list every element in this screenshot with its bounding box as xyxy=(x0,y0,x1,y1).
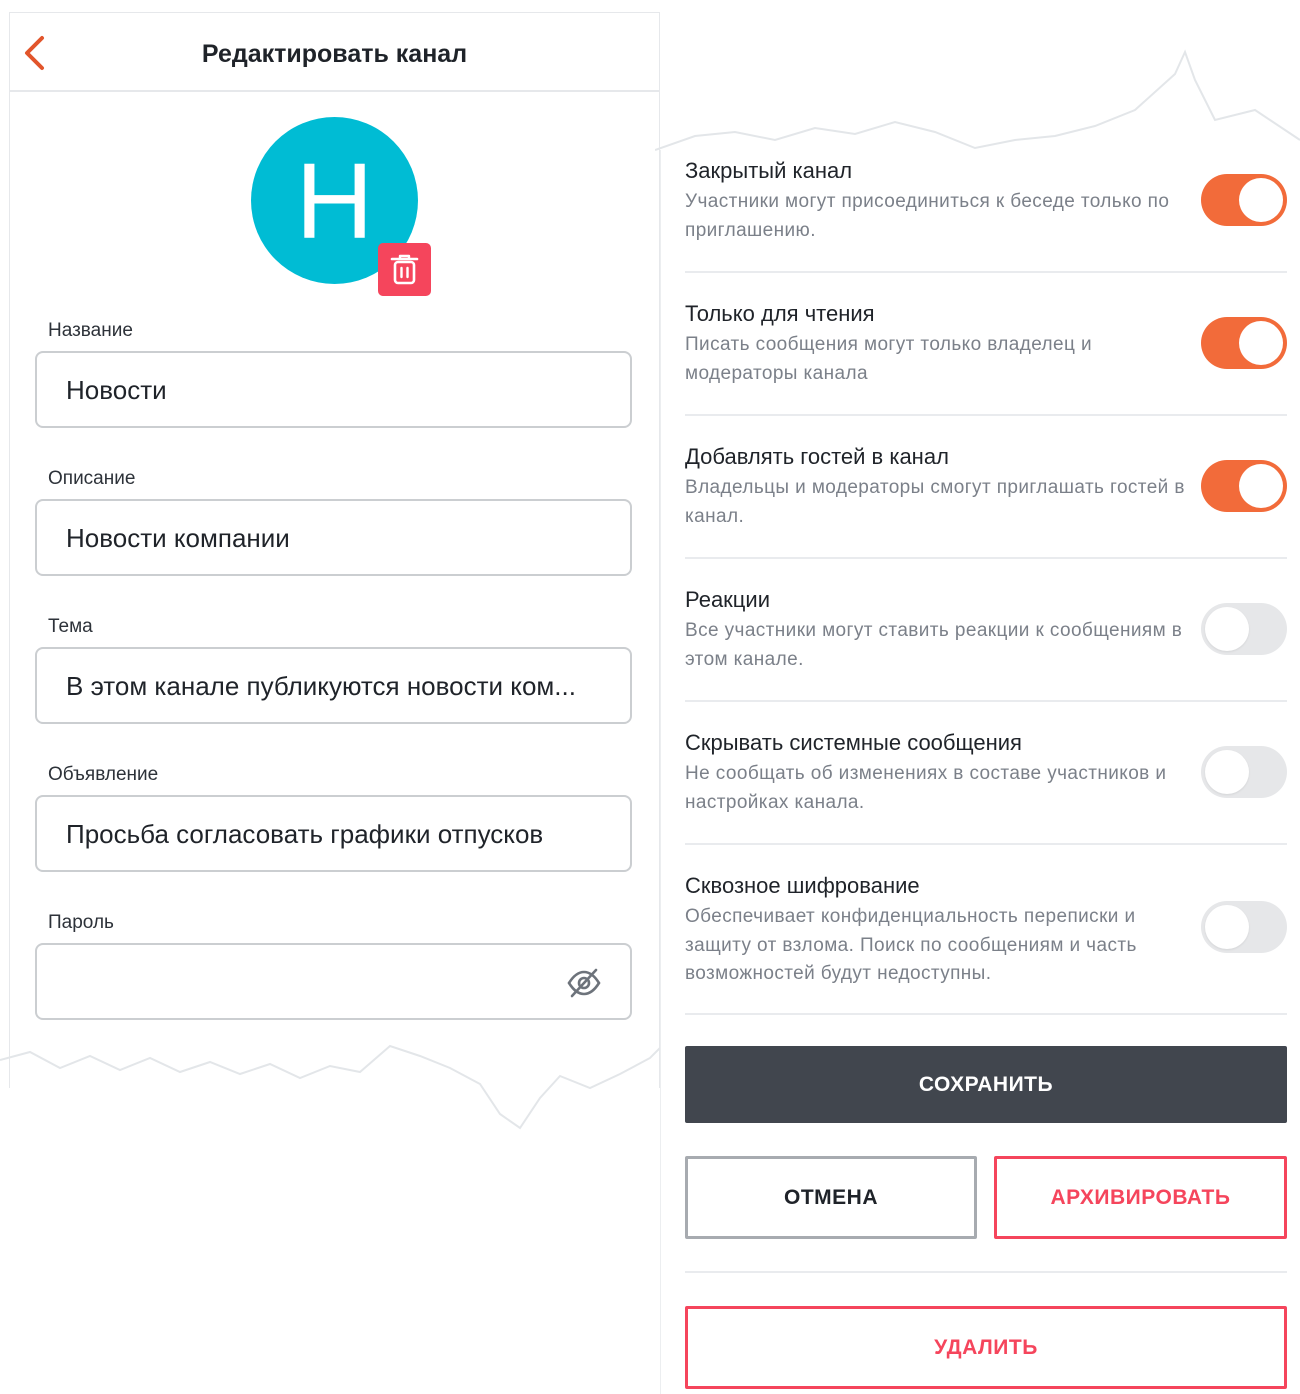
setting-title: Закрытый канал xyxy=(685,158,853,183)
reactions-toggle[interactable] xyxy=(1201,603,1287,655)
announcement-field[interactable]: Просьба согласовать графики отпусков xyxy=(35,795,632,872)
private-channel-toggle[interactable] xyxy=(1201,174,1287,226)
trash-icon xyxy=(390,254,419,285)
name-label: Название xyxy=(48,320,133,341)
setting-description: Писать сообщения могут только владелец и… xyxy=(685,334,1092,384)
header-bar: Редактировать канал xyxy=(10,13,659,92)
setting-e2e-encryption: Сквозное шифрование Обеспечивает конфиде… xyxy=(685,865,1287,1015)
e2e-encryption-toggle[interactable] xyxy=(1201,901,1287,953)
setting-private-channel: Закрытый канал Участники могут присоедин… xyxy=(685,150,1287,273)
toggle-knob xyxy=(1239,321,1283,365)
password-label: Пароль xyxy=(48,912,114,933)
setting-description: Все участники могут ставить реакции к со… xyxy=(685,620,1183,670)
setting-add-guests: Добавлять гостей в канал Владельцы и мод… xyxy=(685,436,1287,559)
toggle-knob xyxy=(1239,464,1283,508)
setting-description: Владельцы и модераторы смогут приглашать… xyxy=(685,477,1185,527)
hide-system-messages-toggle[interactable] xyxy=(1201,746,1287,798)
setting-description: Обеспечивает конфиденциальность переписк… xyxy=(685,906,1137,984)
add-guests-toggle[interactable] xyxy=(1201,460,1287,512)
setting-title: Скрывать системные сообщения xyxy=(685,730,1022,755)
edit-channel-form: Редактировать канал Н Название Новости О… xyxy=(9,12,660,1088)
description-label: Описание xyxy=(48,468,136,489)
setting-description: Участники могут присоединиться к беседе … xyxy=(685,191,1170,241)
toggle-knob xyxy=(1205,750,1249,794)
setting-description: Не сообщать об изменениях в составе учас… xyxy=(685,763,1167,813)
topic-label: Тема xyxy=(48,616,93,637)
setting-title: Реакции xyxy=(685,587,770,612)
toggle-knob xyxy=(1205,905,1249,949)
torn-edge xyxy=(0,1044,660,1130)
topic-value: В этом канале публикуются новости ком... xyxy=(66,671,576,701)
setting-read-only: Только для чтения Писать сообщения могут… xyxy=(685,293,1287,416)
announcement-value: Просьба согласовать графики отпусков xyxy=(66,819,544,849)
password-field[interactable] xyxy=(35,943,632,1020)
topic-field[interactable]: В этом канале публикуются новости ком... xyxy=(35,647,632,724)
toggle-knob xyxy=(1205,607,1249,651)
setting-title: Только для чтения xyxy=(685,301,875,326)
setting-title: Сквозное шифрование xyxy=(685,873,920,898)
delete-avatar-button[interactable] xyxy=(378,243,431,296)
setting-title: Добавлять гостей в канал xyxy=(685,444,949,469)
channel-settings: Закрытый канал Участники могут присоедин… xyxy=(660,150,1300,1394)
read-only-toggle[interactable] xyxy=(1201,317,1287,369)
toggle-knob xyxy=(1239,178,1283,222)
divider xyxy=(685,1271,1287,1273)
cancel-button[interactable]: ОТМЕНА xyxy=(685,1156,977,1239)
description-value: Новости компании xyxy=(66,523,290,553)
eye-off-icon[interactable] xyxy=(566,967,602,999)
announcement-label: Объявление xyxy=(48,764,159,785)
description-field[interactable]: Новости компании xyxy=(35,499,632,576)
setting-hide-system-messages: Скрывать системные сообщения Не сообщать… xyxy=(685,722,1287,845)
save-button[interactable]: СОХРАНИТЬ xyxy=(685,1046,1287,1123)
delete-channel-button[interactable]: УДАЛИТЬ xyxy=(685,1306,1287,1389)
page-title: Редактировать канал xyxy=(201,40,468,68)
name-field[interactable]: Новости xyxy=(35,351,632,428)
setting-reactions: Реакции Все участники могут ставить реак… xyxy=(685,579,1287,702)
name-value: Новости xyxy=(66,375,167,405)
archive-button[interactable]: АРХИВИРОВАТЬ xyxy=(994,1156,1287,1239)
